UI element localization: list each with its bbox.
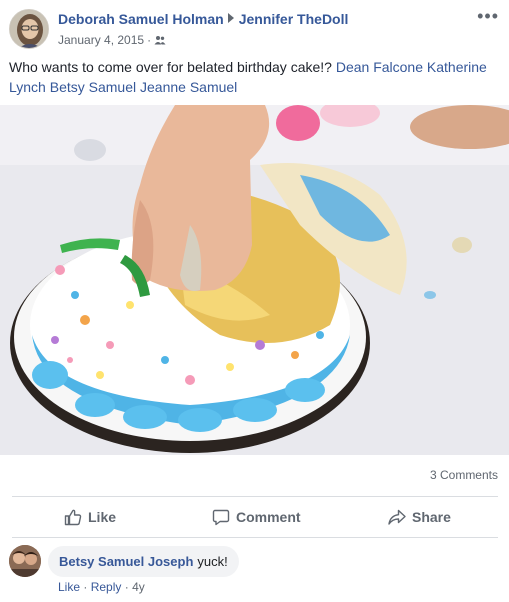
commenter-avatar[interactable] <box>9 545 41 577</box>
like-button[interactable]: Like <box>64 498 116 536</box>
comment-icon <box>212 509 230 526</box>
share-button[interactable]: Share <box>388 498 451 536</box>
comment-reply-link[interactable]: Reply <box>91 580 122 594</box>
comment-label: Comment <box>236 509 301 525</box>
comment-actions: Like · Reply · 4y <box>58 580 145 594</box>
post-actions: Like Comment Share <box>0 498 509 536</box>
thumbs-up-icon <box>64 509 82 526</box>
divider <box>12 537 498 538</box>
author-avatar[interactable] <box>9 9 49 49</box>
friends-icon <box>154 36 166 45</box>
facebook-post: Deborah Samuel Holman Jennifer TheDoll Ja… <box>0 0 509 602</box>
share-label: Share <box>412 509 451 525</box>
comment-author[interactable]: Betsy Samuel Joseph <box>59 554 193 569</box>
post-text: Who wants to come over for belated birth… <box>9 59 487 95</box>
arrow-right-icon <box>227 13 234 23</box>
post-date[interactable]: January 4, 2015 <box>58 33 144 47</box>
comment-bubble: Betsy Samuel Joseph yuck! <box>48 546 239 577</box>
like-label: Like <box>88 509 117 525</box>
tag-link[interactable]: Jeanne Samuel <box>140 79 237 95</box>
tag-link[interactable]: Betsy Samuel <box>50 79 136 95</box>
recipient-name[interactable]: Jennifer TheDoll <box>239 11 349 27</box>
tag-link[interactable]: Dean Falcone <box>336 59 423 75</box>
comment-button[interactable]: Comment <box>212 498 301 536</box>
comment-age[interactable]: 4y <box>132 580 145 594</box>
share-icon <box>388 509 406 525</box>
post-meta: January 4, 2015 · <box>58 33 166 47</box>
divider <box>12 496 498 497</box>
comment-text: yuck! <box>197 554 228 569</box>
post-photo[interactable] <box>0 105 509 455</box>
comment-count[interactable]: 3 Comments <box>430 468 498 482</box>
post-header-names: Deborah Samuel Holman Jennifer TheDoll <box>58 11 348 27</box>
comment-like-link[interactable]: Like <box>58 580 80 594</box>
author-name[interactable]: Deborah Samuel Holman <box>58 11 224 27</box>
more-options-icon[interactable]: ••• <box>477 7 499 25</box>
